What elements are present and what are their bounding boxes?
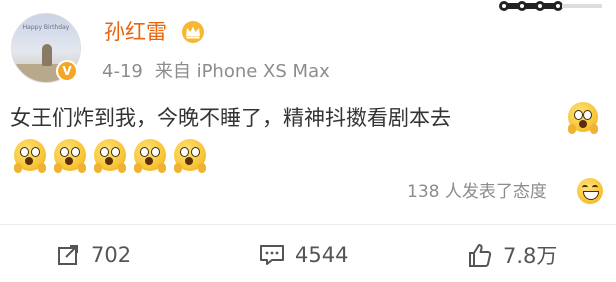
comment-count: 4544 <box>295 243 349 267</box>
emoji-row <box>14 139 206 173</box>
post-source: 来自 iPhone XS Max <box>154 61 330 82</box>
divider <box>0 224 616 225</box>
repost-count: 702 <box>91 243 132 267</box>
comment-button[interactable]: 4544 <box>259 240 348 270</box>
repost-icon <box>58 245 78 265</box>
username[interactable]: 孙红雷 <box>104 19 167 45</box>
vip-crown-icon[interactable] <box>181 21 205 43</box>
like-button[interactable]: 7.8万 <box>467 240 557 270</box>
comment-icon <box>260 245 284 265</box>
scream-emoji-icon <box>54 139 86 173</box>
scream-emoji-icon <box>568 102 598 134</box>
thumbs-up-icon <box>469 244 492 267</box>
like-count: 7.8万 <box>503 244 558 268</box>
repost-button[interactable]: 702 <box>57 240 131 270</box>
avatar-figure <box>42 44 52 66</box>
scream-emoji-icon <box>14 139 46 173</box>
reactions-summary[interactable]: 138 人发表了态度 <box>407 178 547 206</box>
grin-emoji-icon[interactable] <box>577 178 603 204</box>
verified-v-icon: V <box>56 60 78 82</box>
post-meta: 4-19 来自 iPhone XS Max <box>102 60 330 84</box>
scream-emoji-icon <box>134 139 166 173</box>
corner-logo-icon <box>499 1 602 11</box>
post-text: 女王们炸到我，今晚不睡了，精神抖擞看剧本去 <box>10 106 451 130</box>
scream-emoji-icon <box>174 139 206 173</box>
post-date: 4-19 <box>102 61 143 82</box>
scream-emoji-icon <box>94 139 126 173</box>
avatar-caption: Happy Birthday <box>22 24 70 31</box>
